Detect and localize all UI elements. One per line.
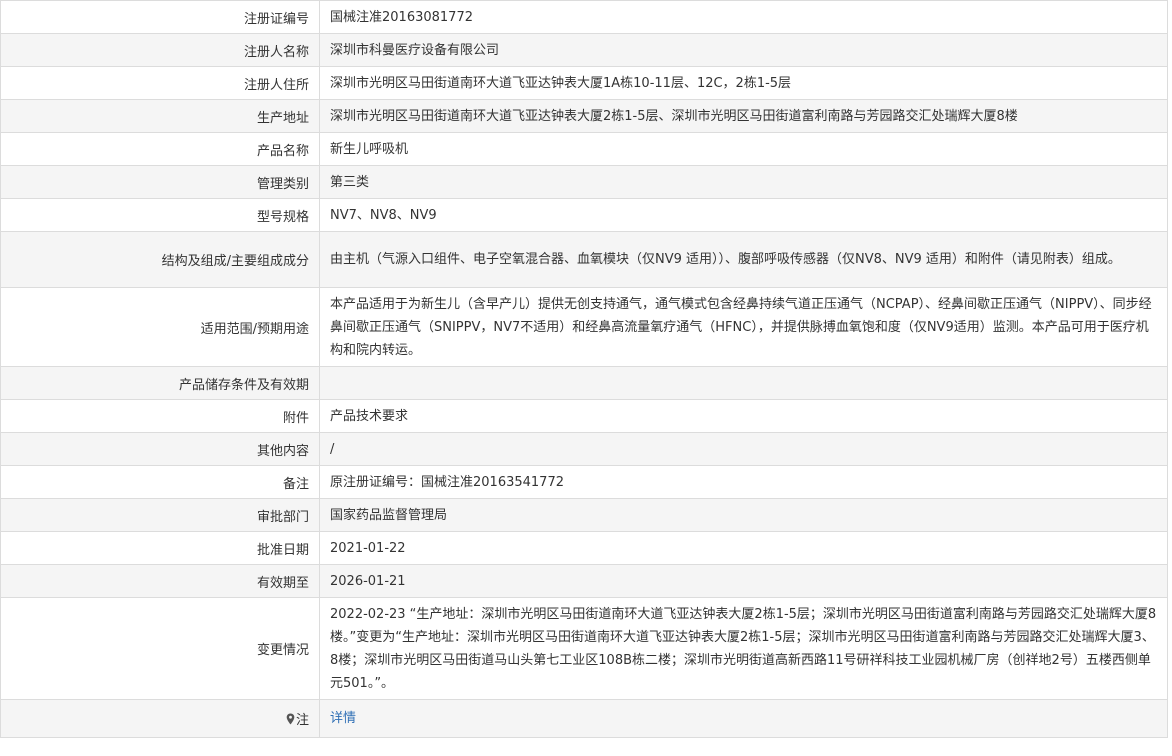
field-label: 变更情况 <box>0 597 320 700</box>
field-value: 由主机（气源入口组件、电子空氧混合器、血氧模块（仅NV9 适用））、腹部呼吸传感… <box>319 231 1168 288</box>
field-value: 深圳市光明区马田街道南环大道飞亚达钟表大厦1A栋10-11层、12C，2栋1-5… <box>319 66 1168 100</box>
table-row: 注册人名称 深圳市科曼医疗设备有限公司 <box>0 33 1168 67</box>
field-value: 新生儿呼吸机 <box>319 132 1168 166</box>
location-pin-icon <box>286 713 295 725</box>
table-row: 注册人住所 深圳市光明区马田街道南环大道飞亚达钟表大厦1A栋10-11层、12C… <box>0 66 1168 100</box>
table-row: 附件 产品技术要求 <box>0 399 1168 433</box>
table-row: 产品名称 新生儿呼吸机 <box>0 132 1168 166</box>
registration-details-table: 注册证编号 国械注准20163081772 注册人名称 深圳市科曼医疗设备有限公… <box>0 0 1168 738</box>
table-row: 备注 原注册证编号：国械注准20163541772 <box>0 465 1168 499</box>
field-label: 生产地址 <box>0 99 320 133</box>
table-row: 注册证编号 国械注准20163081772 <box>0 0 1168 34</box>
field-value: 原注册证编号：国械注准20163541772 <box>319 465 1168 499</box>
field-value: 深圳市光明区马田街道南环大道飞亚达钟表大厦2栋1-5层、深圳市光明区马田街道富利… <box>319 99 1168 133</box>
table-row: 有效期至 2026-01-21 <box>0 564 1168 598</box>
note-label-cell: 注 <box>0 699 320 738</box>
table-row: 生产地址 深圳市光明区马田街道南环大道飞亚达钟表大厦2栋1-5层、深圳市光明区马… <box>0 99 1168 133</box>
field-label: 备注 <box>0 465 320 499</box>
field-label: 注册人住所 <box>0 66 320 100</box>
field-value: / <box>319 432 1168 466</box>
table-row: 结构及组成/主要组成成分 由主机（气源入口组件、电子空氧混合器、血氧模块（仅NV… <box>0 231 1168 288</box>
field-value <box>319 366 1168 400</box>
field-value: 第三类 <box>319 165 1168 199</box>
field-label: 管理类别 <box>0 165 320 199</box>
table-row: 型号规格 NV7、NV8、NV9 <box>0 198 1168 232</box>
field-value: 2022-02-23 “生产地址：深圳市光明区马田街道南环大道飞亚达钟表大厦2栋… <box>319 597 1168 700</box>
field-label: 批准日期 <box>0 531 320 565</box>
details-link[interactable]: 详情 <box>330 711 356 726</box>
table-row: 适用范围/预期用途 本产品适用于为新生儿（含早产儿）提供无创支持通气，通气模式包… <box>0 287 1168 367</box>
field-label: 型号规格 <box>0 198 320 232</box>
field-value: 深圳市科曼医疗设备有限公司 <box>319 33 1168 67</box>
table-row: 变更情况 2022-02-23 “生产地址：深圳市光明区马田街道南环大道飞亚达钟… <box>0 597 1168 700</box>
note-label: 注 <box>295 713 309 728</box>
note-row: 注 详情 <box>0 699 1168 738</box>
field-value: 国家药品监督管理局 <box>319 498 1168 532</box>
field-value: 2026-01-21 <box>319 564 1168 598</box>
field-value: NV7、NV8、NV9 <box>319 198 1168 232</box>
note-value-cell: 详情 <box>319 699 1168 738</box>
field-value: 本产品适用于为新生儿（含早产儿）提供无创支持通气，通气模式包含经鼻持续气道正压通… <box>319 287 1168 367</box>
field-label: 其他内容 <box>0 432 320 466</box>
field-label: 有效期至 <box>0 564 320 598</box>
field-label: 产品名称 <box>0 132 320 166</box>
field-label: 注册人名称 <box>0 33 320 67</box>
field-value: 2021-01-22 <box>319 531 1168 565</box>
table-row: 管理类别 第三类 <box>0 165 1168 199</box>
field-label: 审批部门 <box>0 498 320 532</box>
field-label: 附件 <box>0 399 320 433</box>
field-label: 适用范围/预期用途 <box>0 287 320 367</box>
field-label: 结构及组成/主要组成成分 <box>0 231 320 288</box>
table-row: 其他内容 / <box>0 432 1168 466</box>
table-row: 审批部门 国家药品监督管理局 <box>0 498 1168 532</box>
field-label: 产品储存条件及有效期 <box>0 366 320 400</box>
field-value: 国械注准20163081772 <box>319 0 1168 34</box>
table-row: 批准日期 2021-01-22 <box>0 531 1168 565</box>
table-row: 产品储存条件及有效期 <box>0 366 1168 400</box>
field-value: 产品技术要求 <box>319 399 1168 433</box>
field-label: 注册证编号 <box>0 0 320 34</box>
